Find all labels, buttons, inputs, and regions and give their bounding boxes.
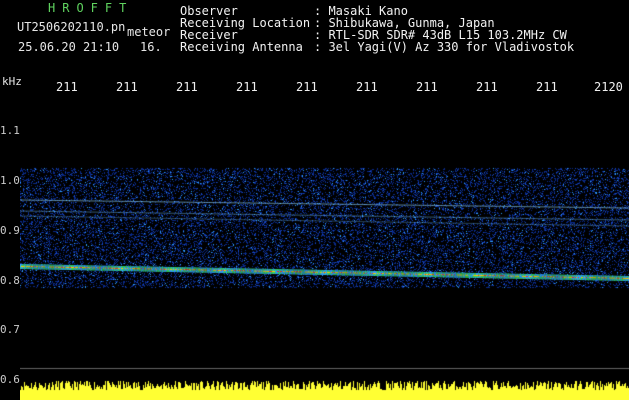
info-antenna-value: : 3el Yagi(V) Az 330 for Vladivostok bbox=[314, 40, 575, 54]
info-antenna-label: Receiving Antenna bbox=[180, 40, 303, 54]
x-tick-label: 211 bbox=[116, 80, 138, 94]
file-name-suffix: meteor bbox=[127, 25, 171, 39]
y-tick-label: 1.0 bbox=[0, 174, 20, 187]
app-title: HROFFT bbox=[48, 1, 134, 15]
x-tick-label: 211 bbox=[356, 80, 378, 94]
datetime-label: 25.06.20 21:10 bbox=[18, 40, 120, 54]
x-tick-label: 211 bbox=[476, 80, 498, 94]
x-tick-label: 211 bbox=[296, 80, 318, 94]
x-tick-label: 211 bbox=[56, 80, 78, 94]
amplitude-strip bbox=[20, 378, 629, 400]
axis-unit-label: kHz bbox=[2, 75, 22, 88]
x-tick-label: 211 bbox=[536, 80, 558, 94]
x-tick-label: 2120 bbox=[594, 80, 623, 94]
y-tick-label: 0.9 bbox=[0, 224, 20, 237]
x-tick-label: 211 bbox=[416, 80, 438, 94]
count-label: 16. bbox=[140, 40, 162, 54]
y-tick-label: 1.1 bbox=[0, 124, 20, 137]
file-name: UT2506202110.pn bbox=[17, 20, 126, 34]
spectrogram-canvas bbox=[20, 98, 629, 400]
y-tick-label: 0.6 bbox=[0, 373, 20, 386]
y-tick-label: 0.8 bbox=[0, 274, 20, 287]
x-tick-label: 211 bbox=[236, 80, 258, 94]
y-tick-label: 0.7 bbox=[0, 323, 20, 336]
x-tick-label: 211 bbox=[176, 80, 198, 94]
